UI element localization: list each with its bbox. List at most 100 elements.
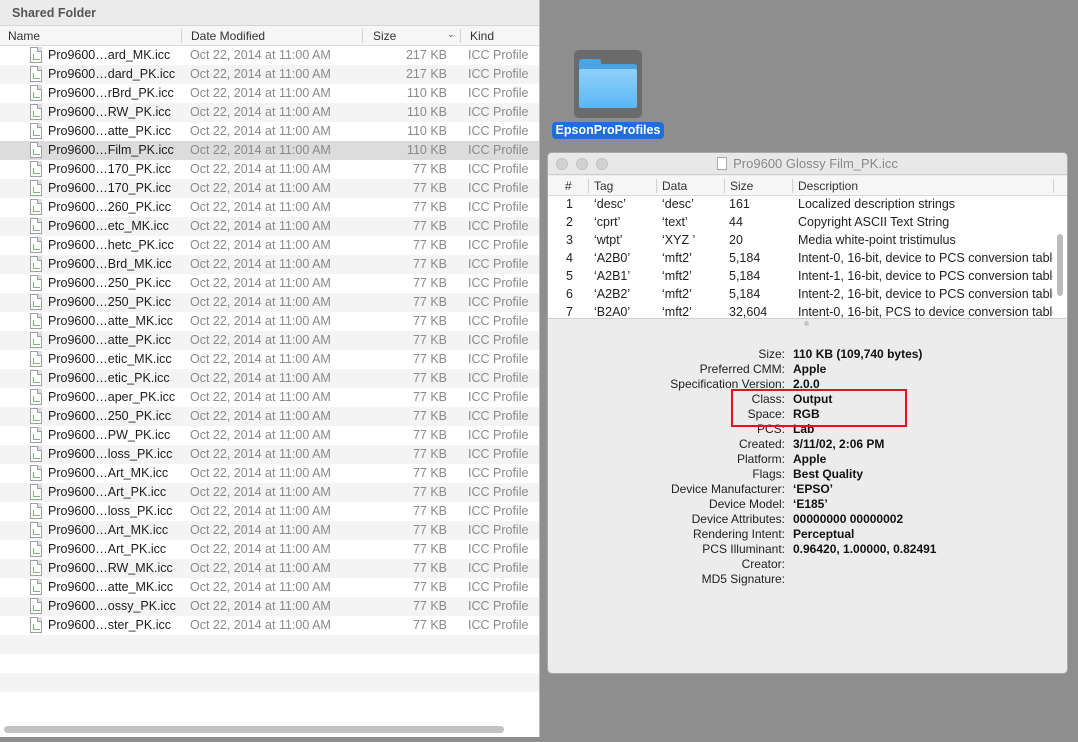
tag-row[interactable]: 1 ‘desc’ ‘desc’ 161 Localized description st… — [548, 196, 1067, 214]
file-row[interactable]: Pro9600…Brd_MK.icc Oct 22, 2014 at 11:00 … — [0, 255, 539, 274]
tag-col-num[interactable]: # — [565, 179, 572, 193]
file-name: Pro9600…hetc_PK.icc — [48, 238, 174, 252]
file-size: 77 KB — [412, 295, 447, 309]
zoom-button[interactable] — [596, 158, 608, 170]
tag-col-description[interactable]: Description — [798, 179, 858, 193]
tag-col-tag[interactable]: Tag — [594, 179, 613, 193]
file-date: Oct 22, 2014 at 11:00 AM — [190, 314, 331, 328]
file-row[interactable]: Pro9600…etic_PK.icc Oct 22, 2014 at 11:00… — [0, 369, 539, 388]
file-row[interactable]: Pro9600…Art_PK.icc Oct 22, 2014 at 11:00 … — [0, 483, 539, 502]
tag-description: Intent-1, 16-bit, device to PCS conversi… — [798, 269, 1053, 283]
file-date: Oct 22, 2014 at 11:00 AM — [190, 238, 331, 252]
file-row[interactable]: Pro9600…etic_MK.icc Oct 22, 2014 at 11:00… — [0, 350, 539, 369]
tag-row[interactable]: 3 ‘wtpt’ ‘XYZ ’ 20 Media white-point tristim… — [548, 232, 1067, 250]
column-divider[interactable] — [724, 179, 725, 193]
file-row[interactable]: Pro9600…RW_MK.icc Oct 22, 2014 at 11:00 A… — [0, 559, 539, 578]
file-row[interactable]: Pro9600…Film_PK.icc Oct 22, 2014 at 11:00… — [0, 141, 539, 160]
file-row[interactable]: Pro9600…atte_MK.icc Oct 22, 2014 at 11:00… — [0, 578, 539, 597]
file-row[interactable]: Pro9600…atte_PK.icc Oct 22, 2014 at 11:00… — [0, 331, 539, 350]
tag-signature: ‘desc’ — [594, 197, 626, 211]
file-kind: ICC Profile — [468, 542, 529, 556]
column-divider[interactable] — [460, 29, 461, 43]
file-row[interactable]: Pro9600…RW_PK.icc Oct 22, 2014 at 11:00 A… — [0, 103, 539, 122]
file-size: 77 KB — [412, 485, 447, 499]
tag-number: 2 — [566, 215, 573, 229]
file-row[interactable]: Pro9600…250_PK.icc Oct 22, 2014 at 11:00 … — [0, 407, 539, 426]
info-label: Size: — [758, 347, 785, 361]
sort-chevron-icon[interactable]: ⌄ — [447, 29, 455, 40]
file-row[interactable]: Pro9600…260_PK.icc Oct 22, 2014 at 11:00 … — [0, 198, 539, 217]
column-header-kind[interactable]: Kind — [470, 29, 494, 43]
file-row[interactable]: Pro9600…ossy_PK.icc Oct 22, 2014 at 11:00… — [0, 597, 539, 616]
horizontal-scrollbar[interactable] — [4, 726, 504, 733]
file-row[interactable]: Pro9600…250_PK.icc Oct 22, 2014 at 11:00 … — [0, 274, 539, 293]
tag-row[interactable]: 5 ‘A2B1’ ‘mft2’ 5,184 Intent-1, 16-bit, devi… — [548, 268, 1067, 286]
file-name: Pro9600…ossy_PK.icc — [48, 599, 176, 613]
file-row[interactable]: Pro9600…hetc_PK.icc Oct 22, 2014 at 11:00… — [0, 236, 539, 255]
icc-file-icon — [30, 256, 42, 272]
file-row[interactable]: Pro9600…170_PK.icc Oct 22, 2014 at 11:00 … — [0, 160, 539, 179]
file-row[interactable]: Pro9600…loss_PK.icc Oct 22, 2014 at 11:00… — [0, 502, 539, 521]
tag-col-size[interactable]: Size — [730, 179, 753, 193]
file-name: Pro9600…atte_PK.icc — [48, 124, 171, 138]
folder-label[interactable]: EpsonProProfiles — [552, 122, 664, 139]
column-divider[interactable] — [588, 179, 589, 193]
column-divider[interactable] — [181, 29, 182, 43]
folder-icon[interactable] — [579, 69, 637, 108]
file-size: 77 KB — [412, 504, 447, 518]
file-row[interactable]: Pro9600…170_PK.icc Oct 22, 2014 at 11:00 … — [0, 179, 539, 198]
column-header-name[interactable]: Name — [8, 29, 40, 43]
file-row[interactable]: Pro9600…Art_MK.icc Oct 22, 2014 at 11:00 … — [0, 521, 539, 540]
file-row[interactable]: Pro9600…loss_PK.icc Oct 22, 2014 at 11:00… — [0, 445, 539, 464]
close-button[interactable] — [556, 158, 568, 170]
file-row[interactable]: Pro9600…ster_PK.icc Oct 22, 2014 at 11:00… — [0, 616, 539, 635]
column-divider[interactable] — [1053, 179, 1054, 193]
tag-row[interactable]: 2 ‘cprt’ ‘text’ 44 Copyright ASCII Text Stri… — [548, 214, 1067, 232]
column-header-size[interactable]: Size — [373, 29, 396, 43]
column-divider[interactable] — [792, 179, 793, 193]
info-row: Flags: Best Quality — [548, 467, 1067, 482]
tag-col-data[interactable]: Data — [662, 179, 687, 193]
file-row[interactable]: Pro9600…atte_PK.icc Oct 22, 2014 at 11:00… — [0, 122, 539, 141]
tag-row[interactable]: 6 ‘A2B2’ ‘mft2’ 5,184 Intent-2, 16-bit, devi… — [548, 286, 1067, 304]
file-row[interactable]: Pro9600…250_PK.icc Oct 22, 2014 at 11:00 … — [0, 293, 539, 312]
file-name: Pro9600…Brd_MK.icc — [48, 257, 172, 271]
info-row: PCS Illuminant: 0.96420, 1.00000, 0.82491 — [548, 542, 1067, 557]
file-row[interactable]: Pro9600…dard_PK.icc Oct 22, 2014 at 11:00… — [0, 65, 539, 84]
tag-row[interactable]: 7 ‘B2A0’ ‘mft2’ 32,604 Intent-0, 16-bit, PCS… — [548, 304, 1067, 319]
split-handle[interactable] — [804, 321, 809, 326]
icc-file-icon — [30, 66, 42, 82]
file-row[interactable]: Pro9600…rBrd_PK.icc Oct 22, 2014 at 11:00… — [0, 84, 539, 103]
file-row[interactable]: Pro9600…etc_MK.icc Oct 22, 2014 at 11:00 … — [0, 217, 539, 236]
file-size: 77 KB — [412, 219, 447, 233]
column-header-date[interactable]: Date Modified — [191, 29, 265, 43]
file-row[interactable]: Pro9600…Art_PK.icc Oct 22, 2014 at 11:00 … — [0, 540, 539, 559]
file-size: 77 KB — [412, 466, 447, 480]
file-size: 217 KB — [405, 67, 447, 81]
file-kind: ICC Profile — [468, 276, 529, 290]
minimize-button[interactable] — [576, 158, 588, 170]
file-date: Oct 22, 2014 at 11:00 AM — [190, 124, 331, 138]
desktop-folder[interactable]: EpsonProProfiles — [552, 48, 664, 140]
tag-signature: ‘B2A0’ — [594, 305, 631, 319]
info-row: Rendering Intent: Perceptual — [548, 527, 1067, 542]
file-name: Pro9600…Art_MK.icc — [48, 466, 169, 480]
file-size: 217 KB — [405, 48, 447, 62]
file-row[interactable]: Pro9600…atte_MK.icc Oct 22, 2014 at 11:00… — [0, 312, 539, 331]
file-row[interactable]: Pro9600…Art_MK.icc Oct 22, 2014 at 11:00 … — [0, 464, 539, 483]
file-date: Oct 22, 2014 at 11:00 AM — [190, 333, 331, 347]
column-divider[interactable] — [362, 29, 363, 43]
file-row[interactable]: Pro9600…PW_PK.icc Oct 22, 2014 at 11:00 A… — [0, 426, 539, 445]
tag-row[interactable]: 4 ‘A2B0’ ‘mft2’ 5,184 Intent-0, 16-bit, devi… — [548, 250, 1067, 268]
file-row[interactable]: Pro9600…aper_PK.icc Oct 22, 2014 at 11:00… — [0, 388, 539, 407]
column-divider[interactable] — [656, 179, 657, 193]
file-name: Pro9600…ster_PK.icc — [48, 618, 171, 632]
file-size: 77 KB — [412, 333, 447, 347]
file-size: 77 KB — [412, 162, 447, 176]
info-label: Device Attributes: — [691, 512, 785, 526]
file-row[interactable]: Pro9600…ard_MK.icc Oct 22, 2014 at 11:00 … — [0, 46, 539, 65]
file-kind: ICC Profile — [468, 86, 529, 100]
file-kind: ICC Profile — [468, 295, 529, 309]
file-date: Oct 22, 2014 at 11:00 AM — [190, 561, 331, 575]
vertical-scrollbar[interactable] — [1057, 234, 1063, 296]
